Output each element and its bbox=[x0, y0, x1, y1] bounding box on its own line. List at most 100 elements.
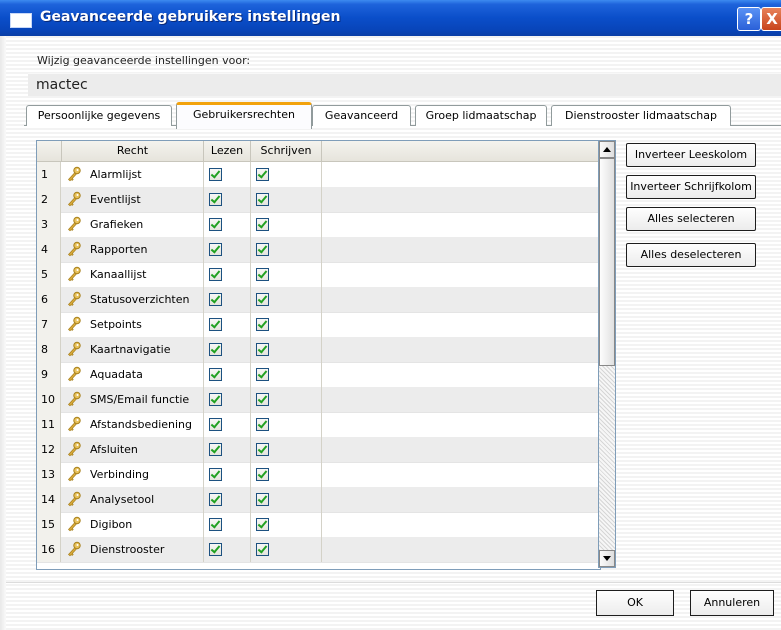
header-schrijven[interactable]: Schrijven bbox=[251, 141, 322, 161]
read-checkbox[interactable] bbox=[209, 543, 222, 556]
table-row[interactable]: 15 Digibon bbox=[37, 512, 600, 538]
write-cell bbox=[251, 487, 322, 512]
right-name-cell: Statusoverzichten bbox=[62, 287, 204, 312]
tab-gebruikersrechten[interactable]: Gebruikersrechten bbox=[176, 102, 312, 129]
write-checkbox[interactable] bbox=[256, 218, 269, 231]
table-row[interactable]: 10 SMS/Email functie bbox=[37, 387, 600, 413]
write-checkbox[interactable] bbox=[256, 243, 269, 256]
write-cell bbox=[251, 437, 322, 462]
right-name: Kaartnavigatie bbox=[90, 343, 171, 356]
write-checkbox[interactable] bbox=[256, 468, 269, 481]
key-icon bbox=[66, 291, 82, 307]
write-checkbox[interactable] bbox=[256, 193, 269, 206]
read-checkbox[interactable] bbox=[209, 293, 222, 306]
window-title: Geavanceerde gebruikers instellingen bbox=[40, 9, 341, 25]
key-icon bbox=[66, 441, 82, 457]
key-icon bbox=[66, 341, 82, 357]
tab-groep-lidmaatschap[interactable]: Groep lidmaatschap bbox=[415, 105, 547, 126]
read-checkbox[interactable] bbox=[209, 268, 222, 281]
right-name-cell: Kaartnavigatie bbox=[62, 337, 204, 362]
read-checkbox[interactable] bbox=[209, 318, 222, 331]
right-name-cell: Verbinding bbox=[62, 462, 204, 487]
read-checkbox[interactable] bbox=[209, 368, 222, 381]
read-checkbox[interactable] bbox=[209, 343, 222, 356]
write-checkbox[interactable] bbox=[256, 318, 269, 331]
write-checkbox[interactable] bbox=[256, 343, 269, 356]
table-row[interactable]: 14 Analysetool bbox=[37, 487, 600, 513]
table-row[interactable]: 3 Grafieken bbox=[37, 212, 600, 238]
table-row[interactable]: 5 Kanaallijst bbox=[37, 262, 600, 288]
invert-read-button[interactable]: Inverteer Leeskolom bbox=[626, 143, 756, 167]
header-lezen[interactable]: Lezen bbox=[204, 141, 251, 161]
read-checkbox[interactable] bbox=[209, 443, 222, 456]
title-bar: Geavanceerde gebruikers instellingen ? X bbox=[0, 0, 781, 36]
write-checkbox[interactable] bbox=[256, 368, 269, 381]
read-checkbox[interactable] bbox=[209, 518, 222, 531]
tab-persoonlijke-gegevens[interactable]: Persoonlijke gegevens bbox=[26, 105, 172, 126]
write-checkbox[interactable] bbox=[256, 493, 269, 506]
table-row[interactable]: 2 Eventlijst bbox=[37, 187, 600, 213]
right-name-cell: Rapporten bbox=[62, 237, 204, 262]
cancel-button[interactable]: Annuleren bbox=[690, 590, 774, 616]
table-row[interactable]: 8 Kaartnavigatie bbox=[37, 337, 600, 363]
right-name: Eventlijst bbox=[90, 193, 141, 206]
header-recht[interactable]: Recht bbox=[62, 141, 204, 161]
read-checkbox[interactable] bbox=[209, 168, 222, 181]
write-checkbox[interactable] bbox=[256, 443, 269, 456]
scroll-up-arrow-icon[interactable] bbox=[599, 141, 615, 158]
table-row[interactable]: 1 Alarmlijst bbox=[37, 162, 600, 188]
right-name-cell: Aquadata bbox=[62, 362, 204, 387]
write-checkbox[interactable] bbox=[256, 293, 269, 306]
read-checkbox[interactable] bbox=[209, 493, 222, 506]
read-checkbox[interactable] bbox=[209, 218, 222, 231]
invert-write-button[interactable]: Inverteer Schrijfkolom bbox=[626, 175, 756, 199]
read-checkbox[interactable] bbox=[209, 468, 222, 481]
table-row[interactable]: 16 Dienstrooster bbox=[37, 537, 600, 563]
read-checkbox[interactable] bbox=[209, 193, 222, 206]
scroll-down-arrow-icon[interactable] bbox=[599, 550, 615, 567]
help-button[interactable]: ? bbox=[737, 7, 761, 31]
read-checkbox[interactable] bbox=[209, 418, 222, 431]
select-all-button[interactable]: Alles selecteren bbox=[626, 207, 756, 231]
deselect-all-button[interactable]: Alles deselecteren bbox=[626, 243, 756, 267]
row-number: 4 bbox=[37, 237, 61, 262]
scrollbar-thumb[interactable] bbox=[599, 158, 615, 366]
read-checkbox[interactable] bbox=[209, 243, 222, 256]
rights-grid[interactable]: Recht Lezen Schrijven 1 Alarmlijst 2 Eventl… bbox=[36, 140, 601, 570]
row-number: 9 bbox=[37, 362, 61, 387]
write-checkbox[interactable] bbox=[256, 518, 269, 531]
table-row[interactable]: 4 Rapporten bbox=[37, 237, 600, 263]
right-name: Setpoints bbox=[90, 318, 142, 331]
tab-dienstrooster-lidmaatschap[interactable]: Dienstrooster lidmaatschap bbox=[551, 105, 731, 126]
tab-geavanceerd[interactable]: Geavanceerd bbox=[312, 105, 411, 126]
read-cell bbox=[204, 312, 251, 337]
write-checkbox[interactable] bbox=[256, 168, 269, 181]
right-name: Alarmlijst bbox=[90, 168, 142, 181]
right-name: Afsluiten bbox=[90, 443, 138, 456]
table-row[interactable]: 6 Statusoverzichten bbox=[37, 287, 600, 313]
right-name: Aquadata bbox=[90, 368, 143, 381]
right-name-cell: Afsluiten bbox=[62, 437, 204, 462]
ok-button[interactable]: OK bbox=[596, 590, 674, 616]
grid-scrollbar[interactable] bbox=[598, 140, 616, 568]
read-cell bbox=[204, 412, 251, 437]
table-row[interactable]: 11 Afstandsbediening bbox=[37, 412, 600, 438]
read-checkbox[interactable] bbox=[209, 393, 222, 406]
write-checkbox[interactable] bbox=[256, 268, 269, 281]
write-checkbox[interactable] bbox=[256, 418, 269, 431]
row-number: 6 bbox=[37, 287, 61, 312]
write-cell bbox=[251, 262, 322, 287]
key-icon bbox=[66, 366, 82, 382]
table-row[interactable]: 13 Verbinding bbox=[37, 462, 600, 488]
write-checkbox[interactable] bbox=[256, 543, 269, 556]
right-name: Dienstrooster bbox=[90, 543, 165, 556]
table-row[interactable]: 12 Afsluiten bbox=[37, 437, 600, 463]
write-cell bbox=[251, 312, 322, 337]
close-button[interactable]: X bbox=[761, 7, 781, 31]
right-name-cell: Kanaallijst bbox=[62, 262, 204, 287]
table-row[interactable]: 7 Setpoints bbox=[37, 312, 600, 338]
table-row[interactable]: 9 Aquadata bbox=[37, 362, 600, 388]
write-checkbox[interactable] bbox=[256, 393, 269, 406]
key-icon bbox=[66, 316, 82, 332]
right-name: Kanaallijst bbox=[90, 268, 147, 281]
